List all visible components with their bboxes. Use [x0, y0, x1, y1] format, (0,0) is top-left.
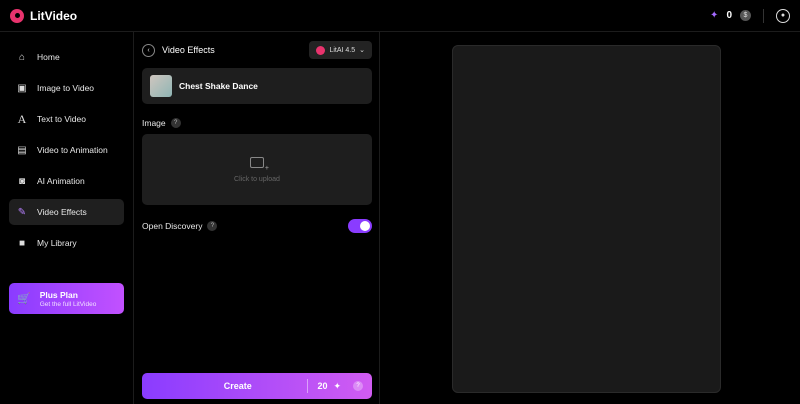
sidebar-item-label: Video to Animation — [37, 145, 108, 155]
sidebar-item-ai-animation[interactable]: ◙ AI Animation — [9, 168, 124, 194]
chevron-down-icon: ⌄ — [359, 47, 365, 54]
discovery-label-text: Open Discovery — [142, 221, 203, 231]
back-button[interactable]: ‹ — [142, 43, 155, 57]
upload-text: Click to upload — [234, 175, 280, 183]
create-label: Create — [223, 381, 252, 391]
effect-preview-placeholder — [452, 45, 721, 393]
create-divider — [307, 379, 309, 393]
image-upload-dropzone[interactable]: Click to upload — [142, 134, 372, 205]
sparkle-icon: ✦ — [333, 380, 341, 391]
image-label-text: Image — [142, 118, 166, 128]
effect-thumbnail — [150, 75, 172, 97]
sidebar-item-my-library[interactable]: ■ My Library — [9, 230, 124, 256]
create-cost: 20 — [317, 381, 328, 391]
sidebar-item-label: AI Animation — [37, 176, 85, 186]
plan-text: Plus Plan Get the full LitVideo — [40, 290, 97, 308]
top-right-controls: ✦ 0 $ ● — [710, 8, 790, 23]
user-avatar-icon[interactable]: ● — [776, 8, 790, 23]
plan-subtitle: Get the full LitVideo — [39, 300, 97, 308]
sidebar-item-label: My Library — [37, 238, 77, 248]
model-name: LitAI 4.5 — [329, 46, 356, 54]
image-icon: ▣ — [17, 82, 27, 94]
sidebar-item-label: Text to Video — [37, 114, 86, 124]
sidebar-item-label: Home — [37, 52, 60, 62]
plus-plan-button[interactable]: 🛒 Plus Plan Get the full LitVideo — [9, 283, 124, 314]
image-field-label: Image ? — [142, 118, 181, 128]
cart-icon: 🛒 — [17, 293, 31, 305]
plan-title: Plus Plan — [39, 289, 78, 300]
credits-count: 0 — [726, 10, 732, 21]
sidebar-item-text-to-video[interactable]: A Text to Video — [9, 106, 124, 132]
topbar-divider — [763, 8, 764, 23]
model-select[interactable]: LitAI 4.5 ⌄ — [309, 41, 372, 59]
litvideo-logo-icon[interactable] — [10, 8, 24, 23]
discovery-field-label: Open Discovery ? — [142, 221, 218, 231]
sidebar: ⌂ Home ▣ Image to Video A Text to Video … — [0, 32, 134, 404]
panel-header: ‹ Video Effects LitAI 4.5 ⌄ — [142, 41, 372, 59]
create-button[interactable]: Create 20 ✦ ? — [142, 373, 372, 399]
sidebar-item-video-effects[interactable]: ✎ Video Effects — [9, 199, 124, 225]
effects-panel: ‹ Video Effects LitAI 4.5 ⌄ Chest Shake … — [134, 32, 380, 404]
folder-icon: ■ — [18, 237, 26, 249]
sidebar-item-label: Video Effects — [37, 207, 87, 217]
panel-title: Video Effects — [162, 45, 215, 55]
robot-icon: ◙ — [18, 175, 26, 187]
sidebar-item-video-to-animation[interactable]: ▤ Video to Animation — [9, 137, 124, 163]
wand-icon: ✎ — [17, 206, 27, 218]
help-icon[interactable]: ? — [170, 118, 181, 128]
upload-image-icon — [250, 156, 269, 172]
model-logo-icon — [316, 45, 326, 55]
sidebar-item-image-to-video[interactable]: ▣ Image to Video — [9, 75, 124, 101]
effect-name: Chest Shake Dance — [179, 81, 258, 91]
film-icon: ▤ — [17, 144, 27, 156]
text-icon: A — [17, 111, 27, 126]
sparkle-credits-icon: ✦ — [710, 10, 719, 21]
sidebar-item-home[interactable]: ⌂ Home — [9, 44, 124, 70]
help-icon[interactable]: ? — [207, 221, 218, 231]
top-bar: LitVideo ✦ 0 $ ● — [0, 0, 800, 32]
help-icon[interactable]: ? — [353, 381, 363, 391]
selected-effect-card[interactable]: Chest Shake Dance — [142, 68, 372, 104]
home-icon: ⌂ — [18, 51, 26, 63]
coin-icon[interactable]: $ — [740, 10, 751, 21]
app-name[interactable]: LitVideo — [30, 9, 77, 23]
open-discovery-toggle[interactable] — [348, 219, 372, 233]
sidebar-item-label: Image to Video — [37, 83, 95, 93]
